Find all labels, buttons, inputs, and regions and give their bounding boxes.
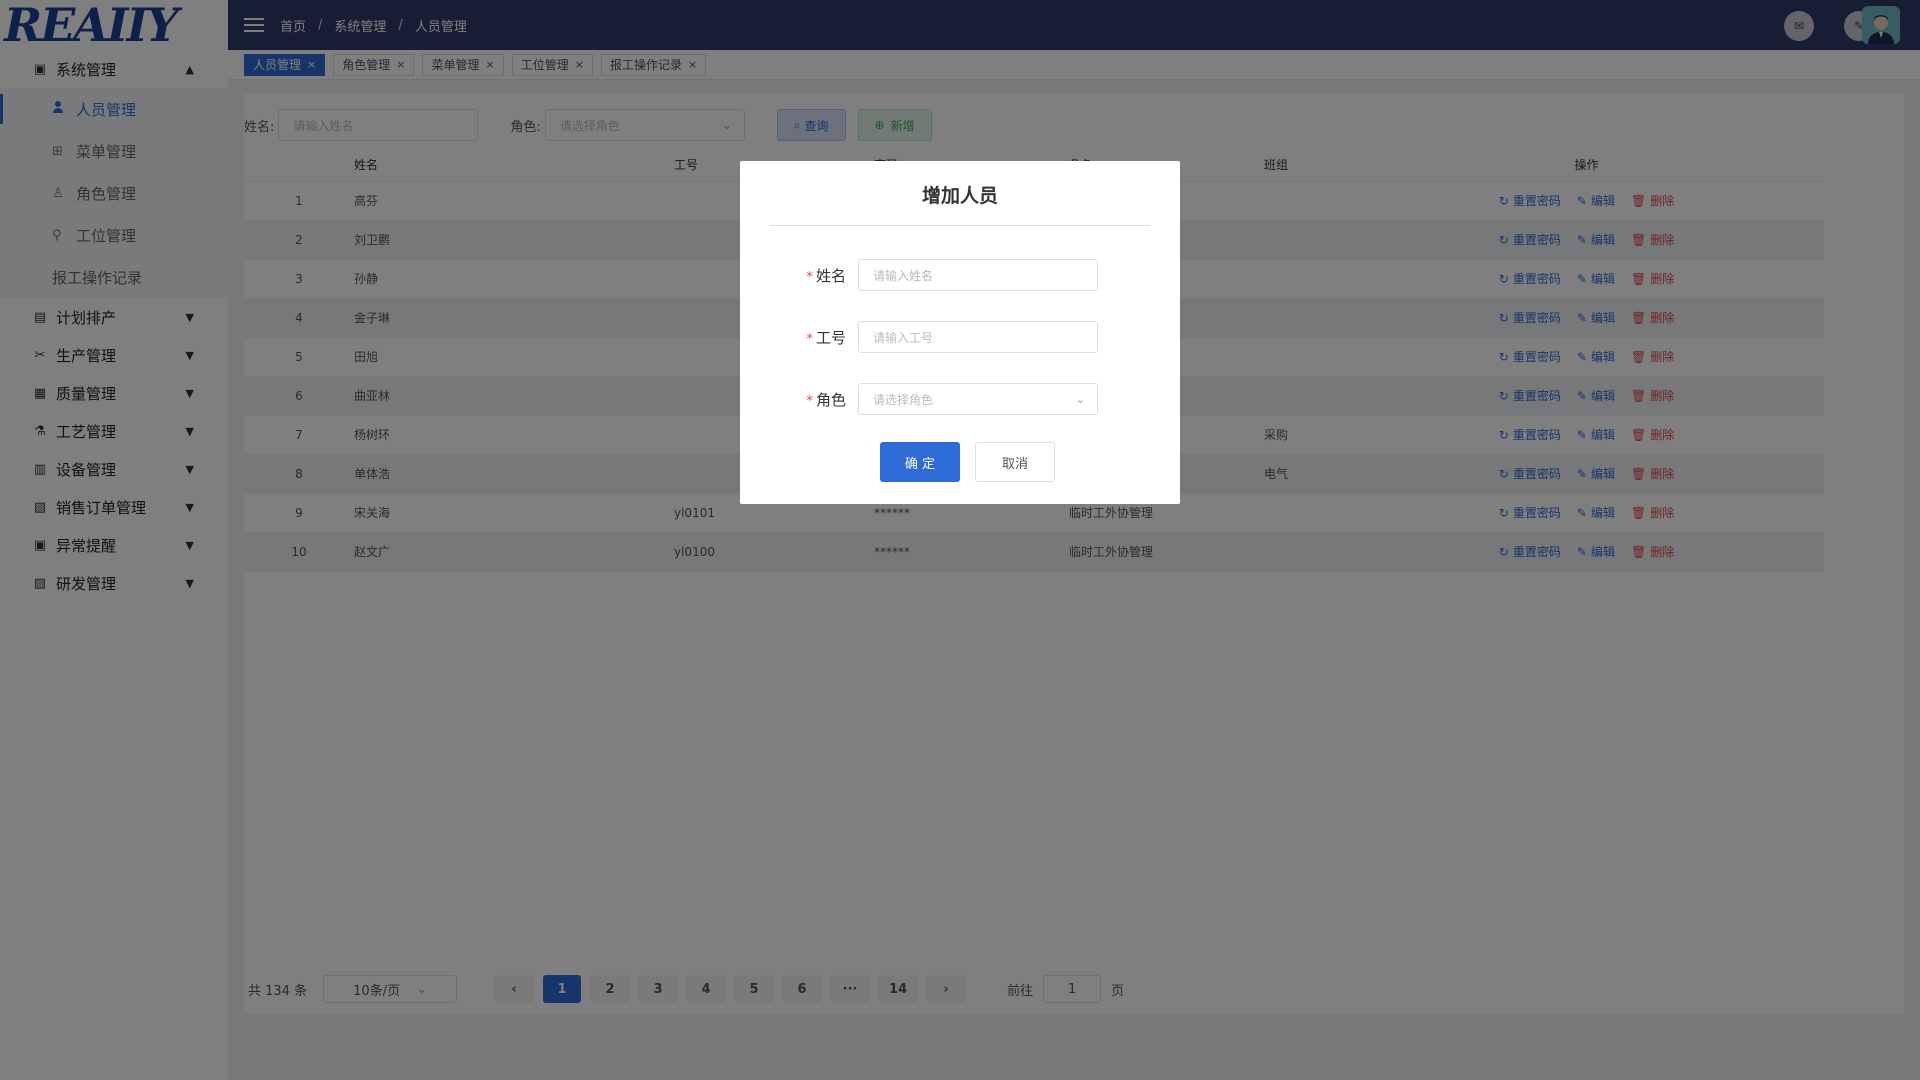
employee-no-placeholder: 请输入工号 <box>873 330 934 345</box>
role-select[interactable]: 请选择角色 ⌄ <box>858 383 1098 415</box>
chevron-down-icon: ⌄ <box>1075 392 1085 406</box>
role-select-placeholder: 请选择角色 <box>873 392 934 407</box>
add-personnel-dialog: 增加人员 * 姓名 请输入姓名 * 工号 请输入工号 * 角色 请选择角色 ⌄ 确 定 … <box>740 161 1180 504</box>
role-label: * 角色 <box>740 389 858 410</box>
name-field[interactable]: 请输入姓名 <box>858 259 1098 291</box>
no-label: * 工号 <box>740 327 858 348</box>
confirm-button[interactable]: 确 定 <box>880 442 960 482</box>
no-label-text: 工号 <box>815 328 846 347</box>
employee-no-field[interactable]: 请输入工号 <box>858 321 1098 353</box>
name-label: * 姓名 <box>740 265 858 286</box>
role-label-text: 角色 <box>815 390 846 409</box>
dialog-divider <box>770 225 1150 226</box>
form-row-role: * 角色 请选择角色 ⌄ <box>740 383 1180 415</box>
cancel-button[interactable]: 取消 <box>975 442 1055 482</box>
dialog-title: 增加人员 <box>921 185 998 207</box>
required-mark: * <box>806 269 813 285</box>
form-row-no: * 工号 请输入工号 <box>740 321 1180 353</box>
name-field-placeholder: 请输入姓名 <box>873 268 934 283</box>
name-label-text: 姓名 <box>815 266 846 285</box>
form-row-name: * 姓名 请输入姓名 <box>740 259 1180 291</box>
required-mark: * <box>806 393 813 409</box>
required-mark: * <box>806 331 813 347</box>
